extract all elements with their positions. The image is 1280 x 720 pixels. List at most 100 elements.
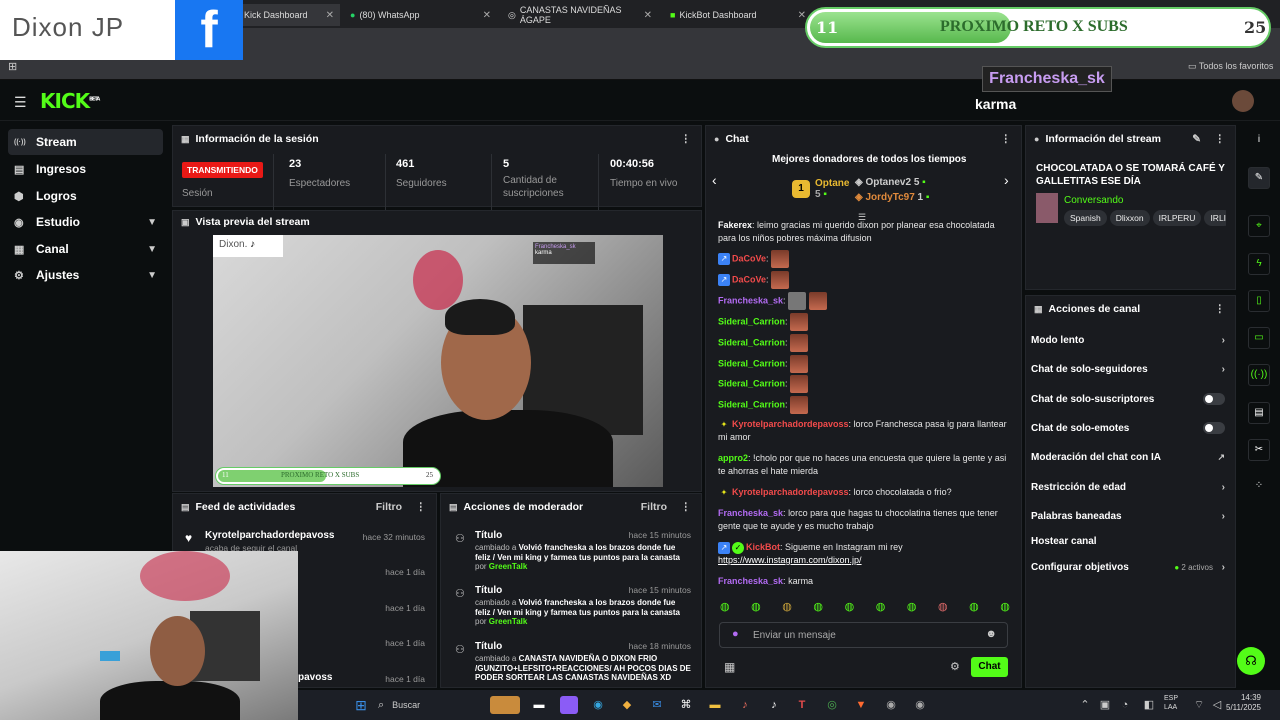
document-icon[interactable]: ▯ xyxy=(1248,290,1270,312)
chat-link[interactable]: https://www.instagram.com/dixon.jp/ xyxy=(718,555,862,565)
more-icon[interactable]: ⋮ xyxy=(681,501,692,513)
chat-user[interactable]: KickBot xyxy=(746,542,780,552)
language-indicator[interactable]: ESP LAA xyxy=(1164,694,1178,712)
chat-user[interactable]: Francheska_sk xyxy=(718,508,783,518)
emote-icon[interactable]: ◍ xyxy=(1000,600,1010,616)
chevron-up-icon[interactable]: ⌃ xyxy=(1076,696,1094,714)
menu-icon[interactable]: ☰ xyxy=(14,94,28,111)
news-widget-icon[interactable] xyxy=(490,696,520,714)
target-icon[interactable]: ⌖ xyxy=(1248,215,1270,237)
bookmarks-all[interactable]: ▭ Todos los favoritos xyxy=(1188,61,1273,72)
app-icon[interactable]: T xyxy=(793,696,811,714)
mod-filter-button[interactable]: Filtro xyxy=(641,501,667,513)
app-icon[interactable]: ◉ xyxy=(882,696,900,714)
app-icon[interactable]: ◔ xyxy=(1116,696,1134,714)
apps-icon[interactable]: ⁘ xyxy=(1248,476,1270,498)
action-host-channel[interactable]: Hostear canal xyxy=(1031,536,1229,547)
folder-icon[interactable]: ▬ xyxy=(706,696,724,714)
app-icon[interactable]: ⌘ xyxy=(677,696,695,714)
emote-icon[interactable]: ◍ xyxy=(751,600,761,616)
taskbar-search[interactable]: ⌕ Buscar xyxy=(378,695,488,715)
apps-grid-icon[interactable]: ⊞ xyxy=(8,60,17,73)
emote-icon[interactable]: ◍ xyxy=(938,600,948,616)
chat-user[interactable]: Fakerex xyxy=(718,220,752,230)
pencil-icon[interactable]: ✎ xyxy=(1192,133,1201,145)
tab-whatsapp[interactable]: ● (80) WhatsApp ✕ xyxy=(342,4,497,26)
tab-kickbot[interactable]: ■ KickBot Dashboard ✕ xyxy=(662,4,812,26)
stream-preview-video[interactable]: Dixon. ♪ Francheska_sk karma 11 PROXIMO R… xyxy=(213,235,663,487)
action-slow-mode[interactable]: Modo lento › xyxy=(1031,335,1229,346)
chat-user[interactable]: Sideral_Carrion xyxy=(718,358,785,368)
layout-icon[interactable]: ▤ xyxy=(1248,402,1270,424)
gear-icon[interactable]: ⚙ xyxy=(950,660,960,673)
brave-icon[interactable]: ▼ xyxy=(852,696,870,714)
music-icon[interactable]: ♪ xyxy=(736,696,754,714)
mod-user[interactable]: GreenTalk xyxy=(489,562,528,571)
category-link[interactable]: Conversando xyxy=(1064,195,1123,206)
chat-user[interactable]: Kyrotelparchadordepavoss xyxy=(732,487,849,497)
chevron-right-icon[interactable]: › xyxy=(1004,172,1009,188)
app-icon[interactable]: ◧ xyxy=(1140,696,1158,714)
more-icon[interactable]: ⋮ xyxy=(1215,303,1226,315)
mod-user[interactable]: GreenTalk xyxy=(489,617,528,626)
close-tab-icon[interactable]: ✕ xyxy=(644,10,652,21)
sidebar-item-canal[interactable]: ▦ Canal ▼ xyxy=(8,236,163,262)
broadcast-icon[interactable]: ((·)) xyxy=(1248,364,1270,386)
action-configure-goals[interactable]: Configurar objetivos ● 2 activos › xyxy=(1031,562,1229,573)
microphone-icon[interactable]: ● xyxy=(732,628,739,640)
sidebar-item-ingresos[interactable]: ▤ Ingresos xyxy=(8,156,163,182)
action-banned-words[interactable]: Palabras baneadas › xyxy=(1031,511,1229,522)
close-tab-icon[interactable]: ✕ xyxy=(798,10,806,21)
chat-send-button[interactable]: Chat xyxy=(971,657,1008,677)
sidebar-item-estudio[interactable]: ◉ Estudio ▼ xyxy=(8,209,163,235)
feed-filter-button[interactable]: Filtro xyxy=(376,501,402,513)
chat-user[interactable]: Sideral_Carrion xyxy=(718,399,785,409)
subscribers-only-toggle[interactable] xyxy=(1203,393,1225,405)
app-icon[interactable]: ◆ xyxy=(618,696,636,714)
kick-logo[interactable]: KICKBETA xyxy=(40,89,100,113)
tag[interactable]: IRLI xyxy=(1204,210,1226,226)
app-icon[interactable] xyxy=(560,696,578,714)
action-age-restriction[interactable]: Restricción de edad › xyxy=(1031,482,1229,493)
chat-user[interactable]: Francheska_sk xyxy=(718,576,783,586)
chat-user[interactable]: Sideral_Carrion xyxy=(718,378,785,388)
network-icon[interactable]: ▣ xyxy=(1096,696,1114,714)
emote-icon[interactable]: ◍ xyxy=(845,600,855,616)
more-icon[interactable]: ⋮ xyxy=(681,133,692,145)
chat-user[interactable]: Kyrotelparchadordepavoss xyxy=(732,419,849,429)
windows-start-icon[interactable]: ⊞ xyxy=(352,696,370,714)
action-ai-moderation[interactable]: Moderación del chat con IA ↗ xyxy=(1031,452,1229,463)
info-icon[interactable]: i xyxy=(1248,130,1270,152)
emotes-only-toggle[interactable] xyxy=(1203,422,1225,434)
close-tab-icon[interactable]: ✕ xyxy=(483,10,491,21)
sidebar-item-stream[interactable]: ((·)) Stream xyxy=(8,129,163,155)
more-icon[interactable]: ⋮ xyxy=(1001,133,1012,145)
emote-icon[interactable]: ◍ xyxy=(782,600,792,616)
avatar[interactable] xyxy=(1232,90,1254,112)
more-icon[interactable]: ⋮ xyxy=(416,501,427,513)
chat-user[interactable]: DaCoVe xyxy=(732,253,766,263)
chat-input[interactable]: ● Enviar un mensaje ☻ xyxy=(719,622,1008,648)
chat-user[interactable]: Sideral_Carrion xyxy=(718,316,785,326)
task-view-icon[interactable]: ▬ xyxy=(530,696,548,714)
volume-icon[interactable]: ◁ xyxy=(1208,696,1226,714)
chat-user[interactable]: Sideral_Carrion xyxy=(718,337,785,347)
chat-user[interactable]: Francheska_sk xyxy=(718,295,783,305)
chat-user[interactable]: appro2 xyxy=(718,453,748,463)
chat-user[interactable]: DaCoVe xyxy=(732,274,766,284)
edge-icon[interactable]: ◉ xyxy=(589,696,607,714)
emote-icon[interactable]: ◍ xyxy=(907,600,917,616)
wrench-icon[interactable]: ✂ xyxy=(1248,439,1270,461)
sidebar-item-ajustes[interactable]: ⚙ Ajustes ▼ xyxy=(8,262,163,288)
tag[interactable]: Spanish xyxy=(1064,210,1107,226)
action-followers-only[interactable]: Chat de solo-seguidores › xyxy=(1031,364,1229,375)
chrome-icon[interactable]: ◎ xyxy=(823,696,841,714)
emoji-icon[interactable]: ☻ xyxy=(985,628,997,640)
chevron-left-icon[interactable]: ‹ xyxy=(712,172,717,188)
mail-icon[interactable]: ✉ xyxy=(648,696,666,714)
emote-icon[interactable]: ◍ xyxy=(720,600,730,616)
tab-canastas[interactable]: ◎ CANASTAS NAVIDEÑAS ÁGAPE ✕ xyxy=(500,4,658,26)
tiktok-icon[interactable]: ♪ xyxy=(765,696,783,714)
wifi-icon[interactable]: ⌔ xyxy=(1190,696,1208,714)
more-icon[interactable]: ⋮ xyxy=(1215,133,1226,145)
